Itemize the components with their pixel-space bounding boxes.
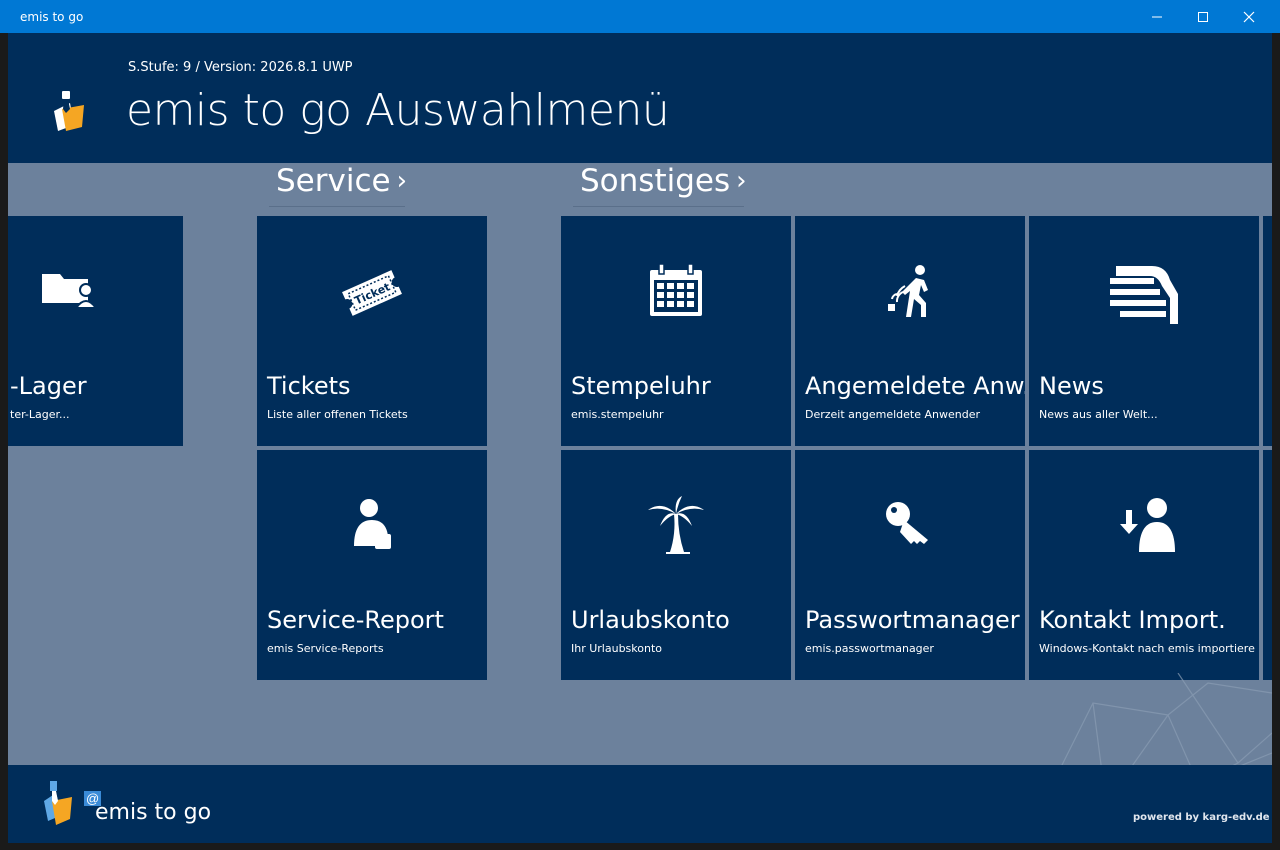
palm-tree-icon <box>648 496 704 554</box>
window-title: emis to go <box>20 10 84 24</box>
contact-import-icon <box>1120 498 1175 552</box>
news-icon <box>1110 266 1178 324</box>
tile-title: Tickets <box>267 372 351 400</box>
tile-subtitle: News aus aller Welt... <box>1039 408 1158 421</box>
tile-title: -Lager <box>10 372 87 400</box>
tile-tickets[interactable]: Ticket Tickets Liste aller offenen Ticke… <box>257 216 487 446</box>
close-icon <box>1243 11 1255 23</box>
tile-subtitle: emis.passwortmanager <box>805 642 934 655</box>
tile-stempeluhr[interactable]: Stempeluhr emis.stempeluhr <box>561 216 791 446</box>
group-header-service[interactable]: Service › <box>269 163 407 207</box>
tile-title: Urlaubskonto <box>571 606 730 634</box>
tile-subtitle: Derzeit angemeldete Anwender <box>805 408 981 421</box>
footer-brand: emis to go <box>95 800 212 825</box>
user-report-icon <box>354 499 391 549</box>
maximize-icon <box>1198 12 1208 22</box>
emis-logo-icon <box>54 91 84 131</box>
tile-service-report[interactable]: Service-Report emis Service-Reports <box>257 450 487 680</box>
minimize-button[interactable] <box>1134 0 1180 33</box>
tile-title: Passwortmanager <box>805 606 1020 634</box>
app-footer: @ emis to go powered by karg-edv.de <box>8 765 1272 843</box>
folder-user-icon <box>42 274 98 309</box>
maximize-button[interactable] <box>1180 0 1226 33</box>
version-label: S.Stufe: 9 / Version: 2026.8.1 UWP <box>128 60 353 75</box>
tile-urlaubskonto[interactable]: Urlaubskonto Ihr Urlaubskonto <box>561 450 791 680</box>
ticket-icon: Ticket <box>342 270 402 316</box>
app-content: S.Stufe: 9 / Version: 2026.8.1 UWP emis … <box>8 33 1272 843</box>
tile-news[interactable]: News News aus aller Welt... <box>1029 216 1259 446</box>
tile-subtitle: ter-Lager... <box>10 408 70 421</box>
group-sonstiges-label: Sonstiges <box>580 163 731 199</box>
tile-subtitle: Windows-Kontakt nach emis importiere <box>1039 642 1255 655</box>
chevron-right-icon: › <box>396 166 407 196</box>
chevron-right-icon: › <box>736 166 747 196</box>
powered-by-label[interactable]: powered by karg-edv.de <box>1133 812 1270 823</box>
group-service-label: Service <box>276 163 391 199</box>
app-header: S.Stufe: 9 / Version: 2026.8.1 UWP emis … <box>8 33 1272 163</box>
close-button[interactable] <box>1226 0 1272 33</box>
tile-subtitle: emis Service-Reports <box>267 642 384 655</box>
tile-subtitle: Ihr Urlaubskonto <box>571 642 663 655</box>
tile-kontakt-import[interactable]: Kontakt Import. Windows-Kontakt nach emi… <box>1029 450 1259 680</box>
tile-title: Angemeldete Anw. <box>805 372 1025 400</box>
tile-subtitle: emis.stempeluhr <box>571 408 664 421</box>
tile-subtitle: Liste aller offenen Tickets <box>267 408 408 421</box>
calendar-icon <box>650 263 702 316</box>
minimize-icon <box>1152 16 1162 18</box>
tile-passwortmanager[interactable]: Passwortmanager emis.passwortmanager <box>795 450 1025 680</box>
tile-title: Service-Report <box>267 606 444 634</box>
window-titlebar: emis to go <box>0 0 1280 33</box>
tile-title: Stempeluhr <box>571 372 711 400</box>
tile-lager[interactable]: -Lager ter-Lager... <box>8 216 183 446</box>
key-icon <box>886 502 928 544</box>
tile-title: News <box>1039 372 1104 400</box>
tile-partial[interactable] <box>1263 216 1272 446</box>
emis-footer-logo-icon <box>44 781 72 825</box>
group-header-sonstiges[interactable]: Sonstiges › <box>573 163 747 207</box>
walking-user-icon <box>888 265 928 317</box>
tile-title: Kontakt Import. <box>1039 606 1226 634</box>
tile-partial[interactable] <box>1263 450 1272 680</box>
tile-angemeldete-anwender[interactable]: Angemeldete Anw. Derzeit angemeldete Anw… <box>795 216 1025 446</box>
page-title: emis to go Auswahlmenü <box>126 85 670 136</box>
